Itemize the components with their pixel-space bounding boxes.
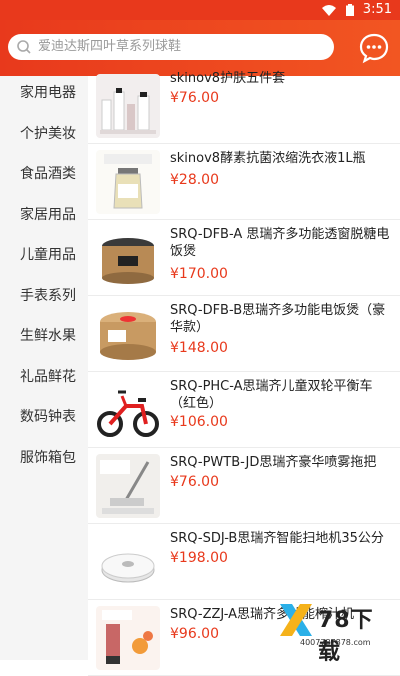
watermark-brand: 78下载 bbox=[318, 608, 374, 665]
sidebar-item-beauty[interactable]: 个护美妆 bbox=[0, 122, 88, 146]
product-image-balance-bike bbox=[96, 378, 160, 442]
product-image-robot-vacuum bbox=[96, 530, 160, 594]
product-title: SRQ-PWTB-JD思瑞齐豪华喷雾拖把 bbox=[170, 455, 377, 470]
product-image-skincare-set bbox=[96, 74, 160, 138]
product-price: ¥76.00 bbox=[170, 90, 219, 106]
product-item[interactable]: SRQ-DFB-A 思瑞齐多功能透窗脱糖电饭煲 ¥170.00 bbox=[88, 220, 400, 296]
sidebar-item-home[interactable]: 家居用品 bbox=[0, 203, 88, 227]
status-bar: 3:51 bbox=[0, 0, 400, 20]
search-input[interactable]: 爱迪达斯四叶草系列球鞋 bbox=[8, 34, 334, 60]
product-title: SRQ-DFB-B思瑞齐多功能电饭煲（豪华款） bbox=[170, 303, 386, 335]
message-icon[interactable] bbox=[358, 32, 390, 64]
product-price: ¥96.00 bbox=[170, 626, 219, 642]
product-price: ¥170.00 bbox=[170, 266, 228, 282]
search-icon bbox=[17, 40, 31, 54]
wifi-icon bbox=[322, 5, 336, 16]
product-title: SRQ-DFB-A 思瑞齐多功能透窗脱糖电饭煲 bbox=[170, 227, 390, 259]
product-price: ¥198.00 bbox=[170, 550, 228, 566]
product-list: skinov8护肤五件套 ¥76.00 skinov8酵素抗菌浓缩洗衣液1L瓶 … bbox=[88, 71, 400, 676]
product-item[interactable]: SRQ-PHC-A思瑞齐儿童双轮平衡车（红色） ¥106.00 bbox=[88, 372, 400, 448]
battery-icon bbox=[346, 4, 354, 16]
product-price: ¥76.00 bbox=[170, 474, 219, 490]
product-item[interactable]: skinov8护肤五件套 ¥76.00 bbox=[88, 68, 400, 144]
product-image-rice-cooker-b bbox=[96, 302, 160, 366]
product-title: SRQ-SDJ-B思瑞齐智能扫地机35公分 bbox=[170, 531, 384, 546]
product-image-detergent bbox=[96, 150, 160, 214]
product-item[interactable]: SRQ-PWTB-JD思瑞齐豪华喷雾拖把 ¥76.00 bbox=[88, 448, 400, 524]
category-sidebar: 家用电器 个护美妆 食品酒类 家居用品 儿童用品 手表系列 生鲜水果 礼品鲜花 … bbox=[0, 76, 88, 660]
sidebar-item-apparel[interactable]: 服饰箱包 bbox=[0, 446, 88, 470]
product-image-juicer bbox=[96, 606, 160, 670]
search-placeholder: 爱迪达斯四叶草系列球鞋 bbox=[38, 39, 182, 54]
sidebar-item-food[interactable]: 食品酒类 bbox=[0, 162, 88, 186]
product-image-spray-mop bbox=[96, 454, 160, 518]
sidebar-item-fresh[interactable]: 生鲜水果 bbox=[0, 324, 88, 348]
sidebar-item-gifts[interactable]: 礼品鲜花 bbox=[0, 365, 88, 389]
sidebar-item-digital[interactable]: 数码钟表 bbox=[0, 405, 88, 429]
sidebar-item-watches[interactable]: 手表系列 bbox=[0, 284, 88, 308]
site-watermark: 78下载 4007787878.com bbox=[274, 600, 394, 665]
product-title: skinov8酵素抗菌浓缩洗衣液1L瓶 bbox=[170, 151, 366, 166]
product-title: SRQ-PHC-A思瑞齐儿童双轮平衡车（红色） bbox=[170, 379, 373, 411]
sidebar-item-appliances[interactable]: 家用电器 bbox=[0, 81, 88, 105]
sidebar-item-kids[interactable]: 儿童用品 bbox=[0, 243, 88, 267]
product-price: ¥28.00 bbox=[170, 172, 219, 188]
product-price: ¥148.00 bbox=[170, 340, 228, 356]
watermark-url: 4007787878.com bbox=[300, 638, 371, 647]
product-item[interactable]: SRQ-SDJ-B思瑞齐智能扫地机35公分 ¥198.00 bbox=[88, 524, 400, 600]
watermark-logo-icon bbox=[280, 604, 312, 636]
product-image-rice-cooker-a bbox=[96, 226, 160, 290]
status-time: 3:51 bbox=[362, 2, 392, 17]
product-item[interactable]: skinov8酵素抗菌浓缩洗衣液1L瓶 ¥28.00 bbox=[88, 144, 400, 220]
product-price: ¥106.00 bbox=[170, 414, 228, 430]
product-title: skinov8护肤五件套 bbox=[170, 71, 286, 86]
product-item[interactable]: SRQ-DFB-B思瑞齐多功能电饭煲（豪华款） ¥148.00 bbox=[88, 296, 400, 372]
